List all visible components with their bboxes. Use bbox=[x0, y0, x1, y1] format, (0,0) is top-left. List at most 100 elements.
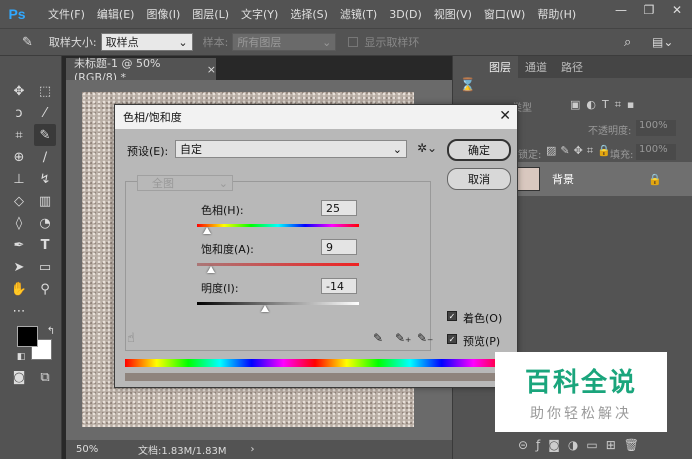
menu-edit[interactable]: 编辑(E) bbox=[91, 6, 141, 22]
document-tab[interactable]: 未标题-1 @ 50%(RGB/8) * × bbox=[66, 57, 216, 84]
fill-field[interactable]: 100% bbox=[636, 144, 676, 160]
preview-checkbox[interactable]: ✓ bbox=[447, 334, 457, 344]
quick-mask-icon[interactable]: ◙ bbox=[8, 366, 30, 388]
status-bar: 50% 文档:1.83M/1.83M › bbox=[66, 440, 480, 459]
hue-label: 色相(H): bbox=[201, 204, 244, 217]
channel-select[interactable]: 全图 ⌄ bbox=[137, 175, 233, 191]
dialog-titlebar: 色相/饱和度 ✕ bbox=[115, 105, 517, 129]
layer-name: 背景 bbox=[552, 173, 574, 186]
cancel-button[interactable]: 取消 bbox=[447, 168, 511, 190]
saturation-field[interactable]: 9 bbox=[321, 239, 357, 255]
menu-3d[interactable]: 3D(D) bbox=[383, 8, 428, 21]
sample-select[interactable]: 所有图层 ⌄ bbox=[232, 33, 337, 51]
show-ring-checkbox[interactable] bbox=[348, 37, 359, 47]
dodge-tool-icon[interactable]: ◔ bbox=[34, 212, 56, 234]
channel-value: 全图 bbox=[152, 177, 174, 190]
layers-footer-icons: ⊝ƒ◙◑▭⊞🗑 bbox=[518, 438, 648, 452]
default-colors-icon[interactable]: ◧ bbox=[10, 346, 32, 368]
saturation-slider-thumb[interactable] bbox=[207, 266, 215, 273]
fill-label: 填充: bbox=[610, 150, 634, 161]
gear-icon[interactable]: ✲⌄ bbox=[417, 141, 437, 155]
close-icon[interactable]: × bbox=[207, 63, 216, 76]
tab-layers[interactable]: 图层 bbox=[482, 56, 518, 78]
eyedropper-icon[interactable]: ✎ bbox=[373, 331, 383, 345]
lightness-field[interactable]: -14 bbox=[321, 278, 357, 294]
lightness-slider-thumb[interactable] bbox=[261, 305, 269, 312]
swap-colors-icon[interactable]: ↰ bbox=[40, 320, 62, 342]
more-tools-icon[interactable]: ⋯ bbox=[8, 300, 30, 322]
menu-file[interactable]: 文件(F) bbox=[42, 6, 91, 22]
colorize-checkbox[interactable]: ✓ bbox=[447, 311, 457, 321]
search-icon[interactable]: ⌕ bbox=[624, 35, 631, 50]
hand-tool-icon[interactable]: ✋ bbox=[8, 278, 30, 300]
chevron-down-icon: ⌄ bbox=[322, 35, 332, 49]
crop-tool-icon[interactable]: ⌗ bbox=[8, 124, 30, 146]
menu-bar: Ps 文件(F) 编辑(E) 图像(I) 图层(L) 文字(Y) 选择(S) 滤… bbox=[0, 0, 692, 28]
opacity-field[interactable]: 100% bbox=[636, 120, 676, 136]
saturation-slider-track[interactable] bbox=[197, 263, 359, 266]
menu-help[interactable]: 帮助(H) bbox=[531, 6, 582, 22]
path-selection-tool-icon[interactable]: ➤ bbox=[8, 256, 30, 278]
marquee-tool-icon[interactable]: ⬚ bbox=[34, 80, 56, 102]
eyedropper-tool-icon[interactable]: ✎ bbox=[34, 124, 56, 146]
menu-type[interactable]: 文字(Y) bbox=[235, 6, 284, 22]
eyedropper-plus-icon[interactable]: ✎₊ bbox=[395, 331, 411, 345]
tab-paths[interactable]: 路径 bbox=[554, 56, 590, 78]
chevron-right-icon[interactable]: › bbox=[251, 444, 255, 455]
foreground-color-swatch[interactable] bbox=[17, 326, 38, 347]
lightness-slider-track[interactable] bbox=[197, 302, 359, 305]
menu-layer[interactable]: 图层(L) bbox=[186, 6, 235, 22]
eyedropper-minus-icon[interactable]: ✎₋ bbox=[417, 331, 433, 345]
lock-label: 锁定: bbox=[518, 150, 542, 161]
zoom-tool-icon[interactable]: ⚲ bbox=[34, 278, 56, 300]
hue-saturation-dialog: 色相/饱和度 ✕ 预设(E): 自定 ⌄ ✲⌄ 确定 取消 全图 ⌄ 色相(H)… bbox=[114, 104, 518, 388]
menu-select[interactable]: 选择(S) bbox=[284, 6, 334, 22]
document-size: 文档:1.83M/1.83M bbox=[138, 446, 227, 457]
type-tool-icon[interactable]: T bbox=[34, 234, 56, 256]
tab-channels[interactable]: 通道 bbox=[518, 56, 554, 78]
screen-mode-icon[interactable]: ⧉ bbox=[34, 366, 56, 388]
zoom-level[interactable]: 50% bbox=[76, 444, 122, 455]
close-icon[interactable]: ✕ bbox=[499, 108, 511, 124]
photoshop-logo: Ps bbox=[8, 6, 26, 22]
preset-select[interactable]: 自定 ⌄ bbox=[175, 140, 407, 158]
minimize-button[interactable]: — bbox=[608, 0, 634, 20]
history-brush-tool-icon[interactable]: ↯ bbox=[34, 168, 56, 190]
healing-brush-tool-icon[interactable]: ⊕ bbox=[8, 146, 30, 168]
restore-button[interactable]: ❐ bbox=[636, 0, 662, 20]
watermark-title: 百科全说 bbox=[524, 367, 637, 398]
close-window-button[interactable]: ✕ bbox=[664, 0, 690, 20]
lasso-tool-icon[interactable]: ↄ bbox=[8, 102, 30, 124]
layer-filter-kind[interactable]: 类型 bbox=[512, 98, 556, 114]
blur-tool-icon[interactable]: ◊ bbox=[8, 212, 30, 234]
menu-image[interactable]: 图像(I) bbox=[140, 6, 186, 22]
menu-filter[interactable]: 滤镜(T) bbox=[334, 6, 383, 22]
gradient-tool-icon[interactable]: ▥ bbox=[34, 190, 56, 212]
workspace-icon[interactable]: ▤⌄ bbox=[652, 35, 673, 49]
clone-stamp-tool-icon[interactable]: ⊥ bbox=[8, 168, 30, 190]
move-tool-icon[interactable]: ✥ bbox=[8, 80, 30, 102]
rectangle-tool-icon[interactable]: ▭ bbox=[34, 256, 56, 278]
result-color-spectrum bbox=[125, 373, 505, 381]
lock-icons: ▨✎✥⌗🔒 bbox=[546, 144, 615, 157]
targeted-adjustment-icon[interactable]: ☝ bbox=[127, 331, 135, 346]
eraser-tool-icon[interactable]: ◇ bbox=[8, 190, 30, 212]
sample-size-select[interactable]: 取样点 ⌄ bbox=[100, 33, 193, 51]
brush-tool-icon[interactable]: ∕ bbox=[34, 146, 56, 168]
options-bar: ✎ 取样大小: 取样点 ⌄ 样本: 所有图层 ⌄ 显示取样环 ⌕ ▤⌄ bbox=[0, 28, 692, 56]
sample-label: 样本: bbox=[202, 36, 229, 49]
layer-filter-icons: ▣◐T⌗▪ bbox=[570, 98, 641, 111]
opacity-label: 不透明度: bbox=[588, 126, 632, 137]
hue-slider-thumb[interactable] bbox=[203, 227, 211, 234]
source-color-spectrum bbox=[125, 359, 505, 367]
menu-view[interactable]: 视图(V) bbox=[428, 6, 478, 22]
pen-tool-icon[interactable]: ✒ bbox=[8, 234, 30, 256]
preset-label: 预设(E): bbox=[127, 145, 169, 158]
ok-button[interactable]: 确定 bbox=[447, 139, 511, 161]
hue-field[interactable]: 25 bbox=[321, 200, 357, 216]
hue-slider-track[interactable] bbox=[197, 224, 359, 227]
menu-window[interactable]: 窗口(W) bbox=[478, 6, 531, 22]
history-panel-icon[interactable]: ⌛ bbox=[457, 74, 479, 96]
magic-wand-tool-icon[interactable]: ⁄ bbox=[34, 102, 56, 124]
eyedropper-tool-icon[interactable]: ✎ bbox=[22, 35, 33, 50]
